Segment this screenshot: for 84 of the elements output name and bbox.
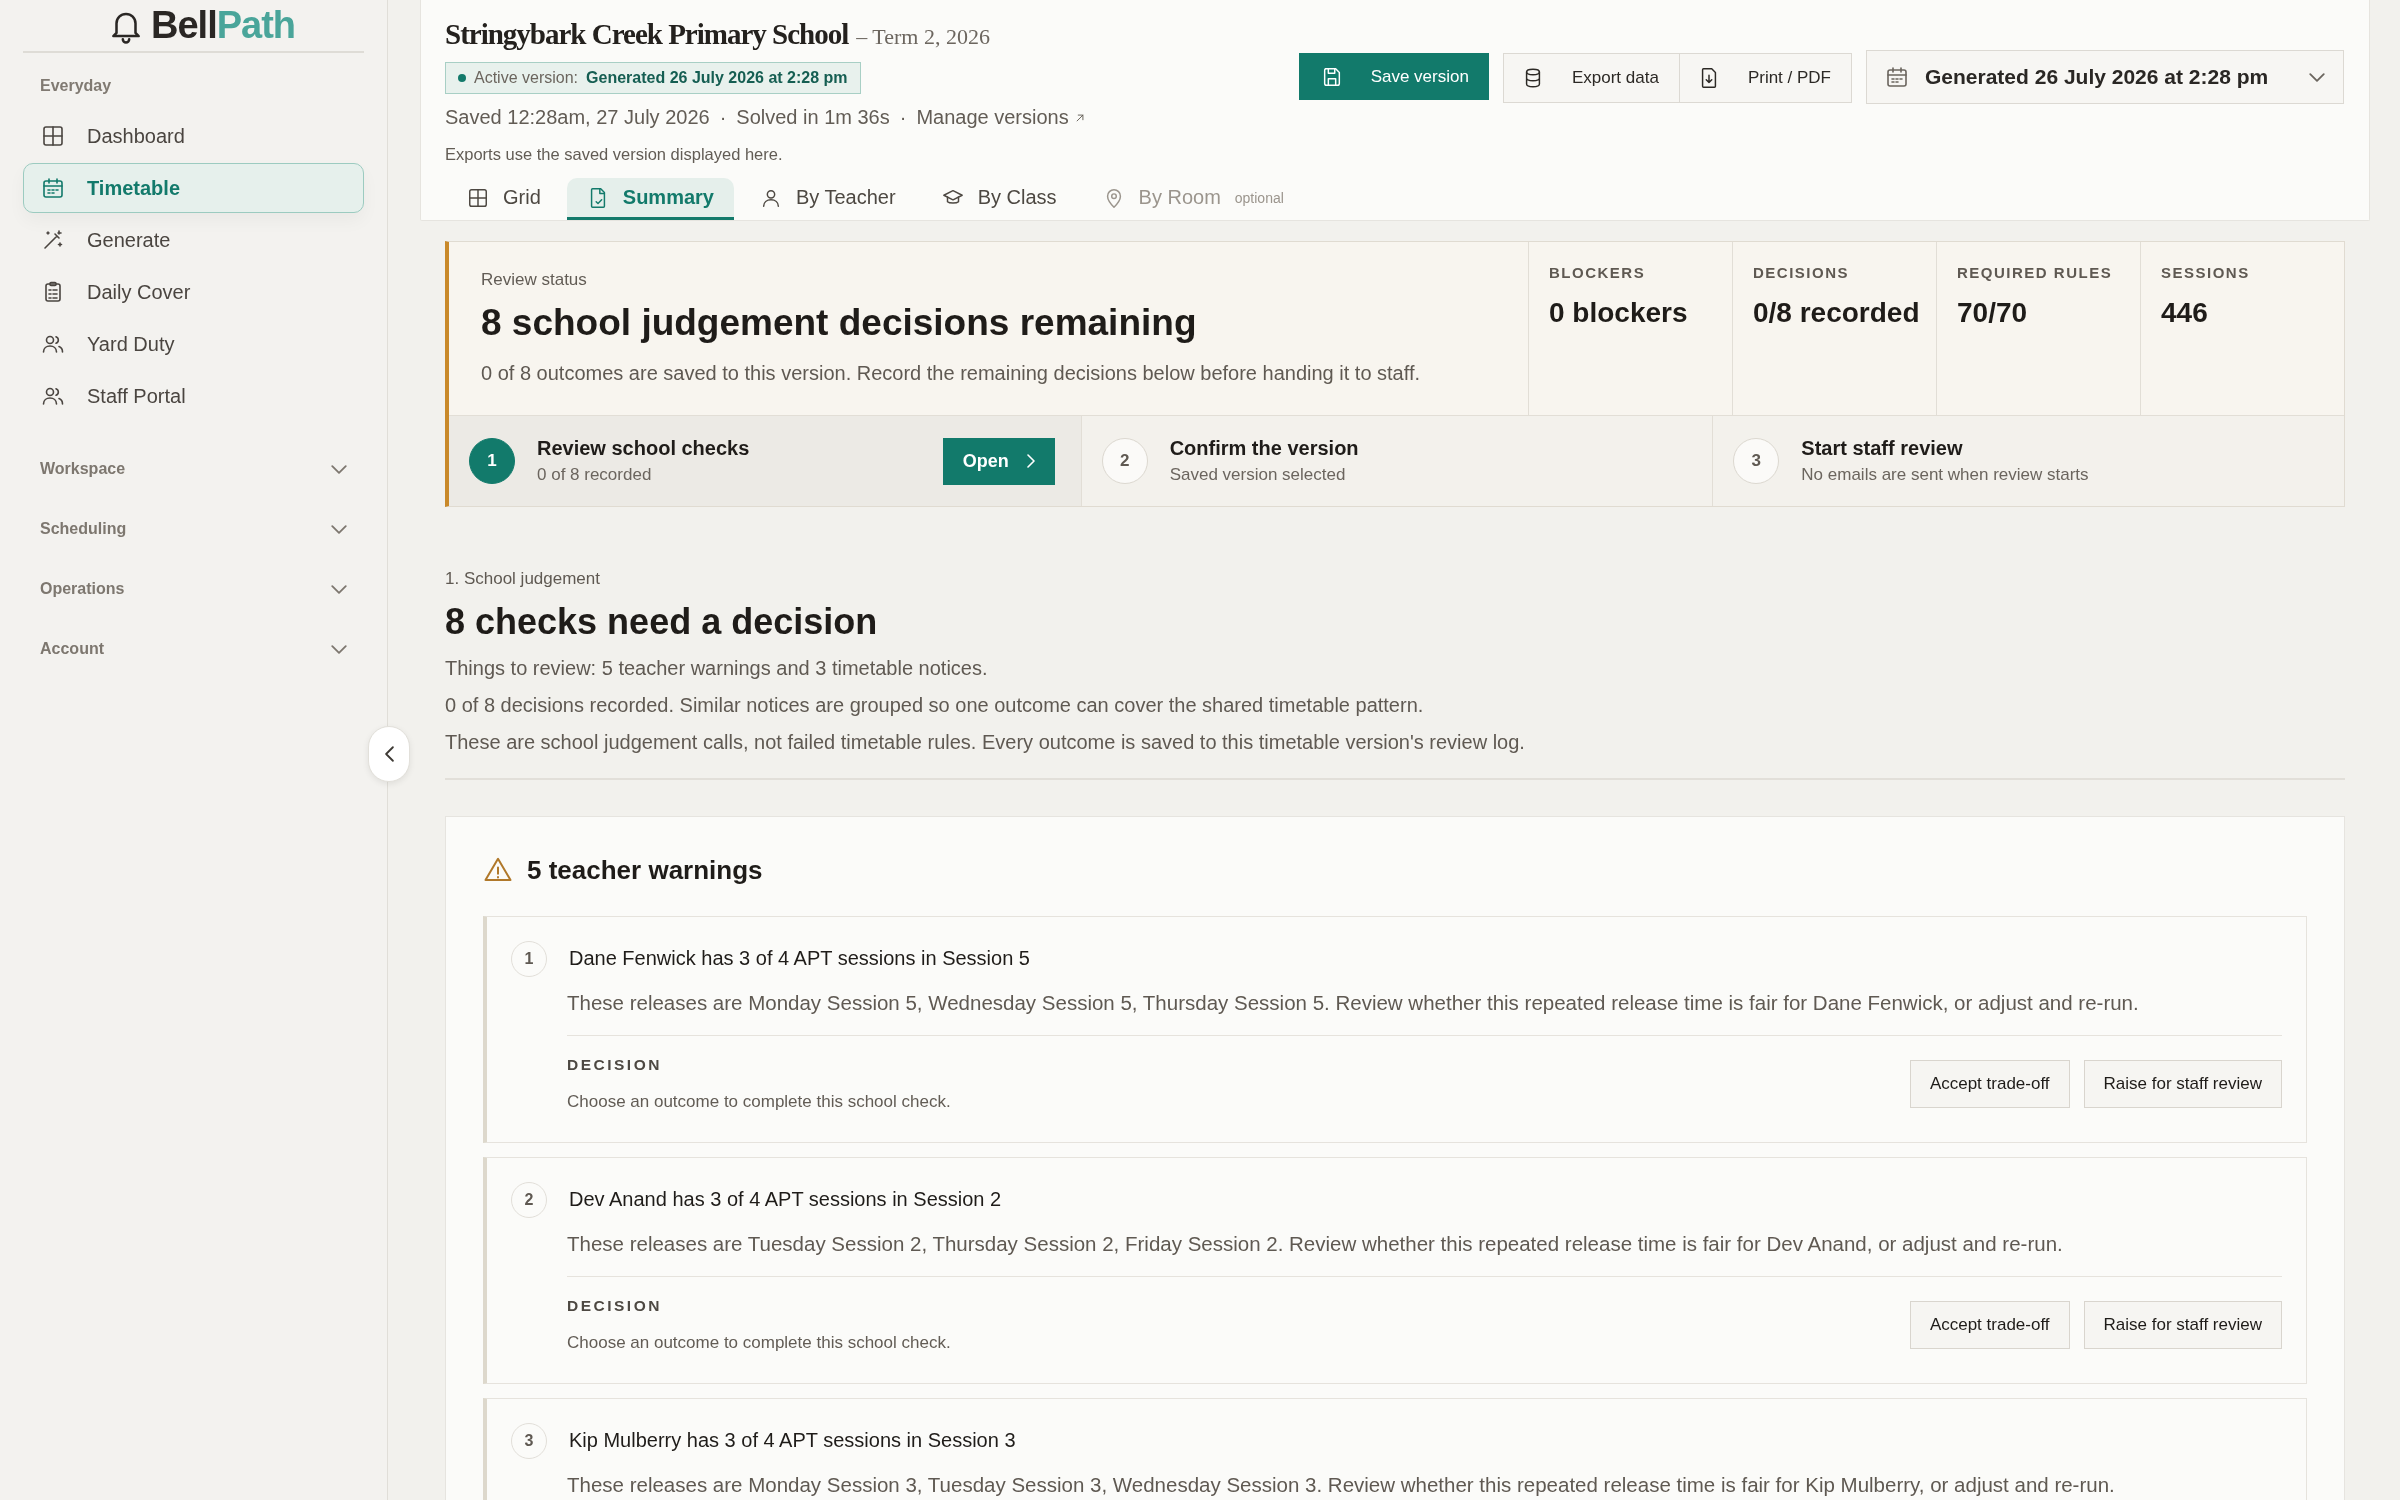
- calendar-icon: [1885, 65, 1909, 89]
- step-number: 1: [469, 438, 515, 484]
- collapse-sidebar-button[interactable]: [368, 726, 410, 782]
- sidebar-item[interactable]: Timetable: [23, 163, 364, 213]
- stat-label: BLOCKERS: [1549, 264, 1647, 281]
- chevron-left-icon: [384, 746, 394, 762]
- open-button[interactable]: Open: [942, 437, 1055, 485]
- sidebar-section-toggle[interactable]: Account: [23, 619, 364, 679]
- export-note: Exports use the saved version displayed here.: [445, 145, 784, 164]
- step-title: Review school checks: [537, 437, 751, 460]
- warning-description: These releases are Monday Session 3, Tuesday Session 3, Wednesday Session 3. Review whether this repeated release time is fair for Kip Mulberry, or adjust and re-run.: [567, 1472, 2282, 1500]
- warning-title: Kip Mulberry has 3 of 4 APT sessions in Session 3: [569, 1429, 1016, 1452]
- step-number: 2: [1101, 438, 1148, 484]
- step-title: Start staff review: [1801, 437, 1964, 460]
- logo-wordmark: BellPath: [151, 4, 296, 46]
- tab[interactable]: Summary: [566, 178, 734, 220]
- warnings-title: 5 teacher warnings: [527, 854, 763, 886]
- sidebar-item[interactable]: Generate: [23, 215, 364, 265]
- chevron-down-icon: [331, 464, 347, 474]
- section-label: Everyday: [39, 76, 113, 96]
- wand-icon: [41, 228, 65, 252]
- optional-tag: optional: [1234, 189, 1284, 206]
- section-heading: 8 checks need a decision: [445, 601, 879, 643]
- decision-button[interactable]: Accept trade-off: [1909, 1059, 2070, 1108]
- stat-value: 70/70: [1957, 297, 2029, 329]
- stat-value: 0/8 recorded: [1753, 297, 1916, 329]
- decision-button[interactable]: Raise for staff review: [2083, 1300, 2282, 1349]
- decision-label: DECISION: [567, 1296, 663, 1315]
- stat-value: 446: [2161, 297, 2209, 329]
- stat-label: SESSIONS: [2161, 264, 2251, 281]
- sidebar-item[interactable]: Staff Portal: [23, 371, 364, 421]
- review-summary: 0 of 8 outcomes are saved to this version. Record the remaining decisions below before handing it to staff.: [481, 362, 1422, 385]
- sidebar-item[interactable]: Dashboard: [23, 111, 364, 161]
- tab[interactable]: By Class: [921, 178, 1077, 220]
- manage-versions-link[interactable]: Manage versions: [916, 106, 1087, 129]
- chevron-down-icon: [2309, 72, 2325, 82]
- decision-label: DECISION: [567, 1055, 663, 1074]
- stat-value: 0 blockers: [1549, 297, 1689, 329]
- warning-title: Dev Anand has 3 of 4 APT sessions in Session 2: [569, 1188, 1002, 1211]
- sidebar-section-toggle[interactable]: Scheduling: [23, 499, 364, 559]
- sidebar-section-toggle[interactable]: Workspace: [23, 439, 364, 499]
- active-version-value: Generated 26 July 2026 at 2:28 pm: [586, 69, 848, 87]
- step-title: Confirm the version: [1169, 437, 1360, 460]
- meta-text: Saved 12:28am, 27 July 2026: [445, 106, 710, 129]
- section-eyebrow: 1. School judgement: [445, 569, 601, 589]
- sidebar-item[interactable]: Daily Cover: [23, 267, 364, 317]
- stat-label: REQUIRED RULES: [1957, 264, 2114, 281]
- separator-dot: ·: [899, 106, 907, 129]
- stat-label: DECISIONS: [1753, 264, 1850, 281]
- active-version-label: Active version:: [474, 69, 579, 87]
- version-dropdown[interactable]: Generated 26 July 2026 at 2:28 pm: [1866, 50, 2344, 104]
- review-heading: 8 school judgement decisions remaining: [481, 302, 1198, 344]
- warning-description: These releases are Tuesday Session 2, Thursday Session 2, Friday Session 2. Review whether this repeated release time is fair for Dev Anand, or adjust and re-run.: [567, 1231, 2282, 1277]
- sidebar-item[interactable]: Yard Duty: [23, 319, 364, 369]
- step-subtitle: 0 of 8 recorded: [537, 465, 653, 485]
- separator-dot: ·: [719, 106, 727, 129]
- grid-icon: [467, 186, 489, 209]
- sidebar-section-toggle[interactable]: Operations: [23, 559, 364, 619]
- term-label: – Term 2, 2026: [856, 24, 990, 50]
- review-status-label: Review status: [481, 270, 588, 290]
- section-text: 0 of 8 decisions recorded. Similar notices are grouped so one outcome can cover the shared timetable pattern.: [445, 694, 1425, 717]
- step-subtitle: No emails are sent when review starts: [1801, 465, 2090, 485]
- decision-note: Choose an outcome to complete this school check.: [567, 1332, 951, 1353]
- section-text: Things to review: 5 teacher warnings and 3 timetable notices.: [445, 657, 989, 680]
- save-version-button[interactable]: Save version: [1298, 53, 1489, 100]
- tab[interactable]: Grid: [467, 178, 561, 220]
- step-subtitle: Saved version selected: [1169, 465, 1347, 485]
- step-number: 3: [1733, 438, 1780, 484]
- tab[interactable]: By Teacher: [739, 178, 916, 220]
- chevron-down-icon: [331, 644, 347, 654]
- meta-text: Solved in 1m 36s: [736, 106, 890, 129]
- warning-title: Dane Fenwick has 3 of 4 APT sessions in Session 5: [569, 947, 1030, 970]
- chevron-down-icon: [331, 584, 347, 594]
- calendar-icon: [41, 176, 65, 200]
- grid-icon: [41, 124, 65, 148]
- warning-description: These releases are Monday Session 5, Wednesday Session 5, Thursday Session 5. Review whether this repeated release time is fair for Dane Fenwick, or adjust and re-run.: [567, 990, 2282, 1036]
- chevron-right-icon: [1026, 454, 1035, 468]
- decision-button[interactable]: Accept trade-off: [1909, 1300, 2070, 1349]
- chevron-down-icon: [331, 524, 347, 534]
- decision-note: Choose an outcome to complete this school check.: [567, 1091, 951, 1112]
- decision-button[interactable]: Raise for staff review: [2083, 1059, 2282, 1108]
- section-text: These are school judgement calls, not failed timetable rules. Every outcome is saved to this timetable version's review log.: [445, 731, 1526, 754]
- status-dot-icon: [458, 74, 466, 82]
- school-name: Stringybark Creek Primary School: [445, 18, 849, 51]
